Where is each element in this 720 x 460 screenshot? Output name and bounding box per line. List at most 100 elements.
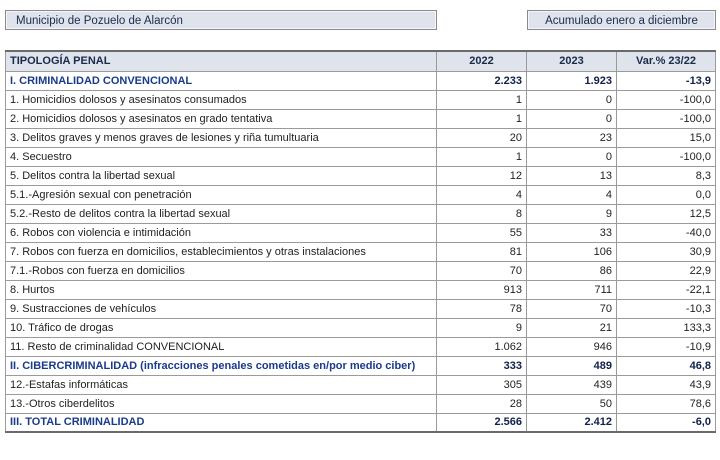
row-label-cell: 1. Homicidios dolosos y asesinatos consu… xyxy=(5,89,437,110)
variation-cell: 12,5 xyxy=(616,203,716,224)
variation-cell: -10,3 xyxy=(616,298,716,319)
table-row: 5. Delitos contra la libertad sexual 12 13… xyxy=(5,165,716,186)
value-2023-cell: 23 xyxy=(526,127,617,148)
row-label-cell: I. CRIMINALIDAD CONVENCIONAL xyxy=(5,70,437,91)
value-2022-cell: 305 xyxy=(436,374,527,395)
value-2023-cell: 13 xyxy=(526,165,617,186)
value-2023-cell: 439 xyxy=(526,374,617,395)
table-row: 7.1.-Robos con fuerza en domicilios 70 86 2… xyxy=(5,260,716,281)
table-row: 6. Robos con violencia e intimidación 55 3… xyxy=(5,222,716,243)
variation-cell: -6,0 xyxy=(616,412,716,433)
table-row: 12.-Estafas informáticas 305 439 43,9 xyxy=(5,374,716,395)
value-2022-cell: 333 xyxy=(436,355,527,376)
table-row: 8. Hurtos 913 711 -22,1 xyxy=(5,279,716,300)
variation-cell: 43,9 xyxy=(616,374,716,395)
value-2023-cell: 21 xyxy=(526,317,617,338)
table-row: III. TOTAL CRIMINALIDAD 2.566 2.412 -6,0 xyxy=(5,412,716,433)
value-2023-cell: 106 xyxy=(526,241,617,262)
row-label-cell: 5.1.-Agresión sexual con penetración xyxy=(5,184,437,205)
value-2023-cell: 0 xyxy=(526,89,617,110)
value-2022-cell: 2.233 xyxy=(436,70,527,91)
column-header-2022: 2022 xyxy=(436,50,527,72)
row-label-cell: 7.1.-Robos con fuerza en domicilios xyxy=(5,260,437,281)
row-label-cell: 4. Secuestro xyxy=(5,146,437,167)
value-2022-cell: 4 xyxy=(436,184,527,205)
value-2022-cell: 70 xyxy=(436,260,527,281)
table-row: 11. Resto de criminalidad CONVENCIONAL 1.… xyxy=(5,336,716,357)
variation-cell: -100,0 xyxy=(616,89,716,110)
table-row: 13.-Otros ciberdelitos 28 50 78,6 xyxy=(5,393,716,414)
row-label-cell: 10. Tráfico de drogas xyxy=(5,317,437,338)
value-2023-cell: 489 xyxy=(526,355,617,376)
table-row: 3. Delitos graves y menos graves de lesi… xyxy=(5,127,716,148)
variation-cell: -40,0 xyxy=(616,222,716,243)
table-row: 7. Robos con fuerza en domicilios, estab… xyxy=(5,241,716,262)
variation-cell: 8,3 xyxy=(616,165,716,186)
row-label-cell: 2. Homicidios dolosos y asesinatos en gr… xyxy=(5,108,437,129)
row-label-cell: 9. Sustracciones de vehículos xyxy=(5,298,437,319)
value-2023-cell: 4 xyxy=(526,184,617,205)
value-2022-cell: 1 xyxy=(436,89,527,110)
value-2022-cell: 9 xyxy=(436,317,527,338)
variation-cell: 30,9 xyxy=(616,241,716,262)
row-label-cell: 5.2.-Resto de delitos contra la libertad… xyxy=(5,203,437,224)
value-2022-cell: 78 xyxy=(436,298,527,319)
row-label-cell: 3. Delitos graves y menos graves de lesi… xyxy=(5,127,437,148)
column-header-variation: Var.% 23/22 xyxy=(616,50,716,72)
variation-cell: -22,1 xyxy=(616,279,716,300)
variation-cell: 78,6 xyxy=(616,393,716,414)
table-row: 9. Sustracciones de vehículos 78 70 -10,3 xyxy=(5,298,716,319)
value-2023-cell: 0 xyxy=(526,108,617,129)
variation-cell: -100,0 xyxy=(616,146,716,167)
variation-cell: 133,3 xyxy=(616,317,716,338)
variation-cell: 0,0 xyxy=(616,184,716,205)
value-2022-cell: 1 xyxy=(436,146,527,167)
value-2022-cell: 12 xyxy=(436,165,527,186)
table-row: I. CRIMINALIDAD CONVENCIONAL 2.233 1.923 -1… xyxy=(5,70,716,91)
value-2022-cell: 8 xyxy=(436,203,527,224)
period-header: Acumulado enero a diciembre xyxy=(527,10,716,30)
value-2023-cell: 711 xyxy=(526,279,617,300)
variation-cell: -100,0 xyxy=(616,108,716,129)
row-label-cell: 5. Delitos contra la libertad sexual xyxy=(5,165,437,186)
table-body: I. CRIMINALIDAD CONVENCIONAL 2.233 1.923 -1… xyxy=(5,70,716,433)
row-label-cell: 6. Robos con violencia e intimidación xyxy=(5,222,437,243)
value-2022-cell: 2.566 xyxy=(436,412,527,433)
value-2023-cell: 86 xyxy=(526,260,617,281)
value-2022-cell: 1.062 xyxy=(436,336,527,357)
value-2023-cell: 1.923 xyxy=(526,70,617,91)
value-2023-cell: 50 xyxy=(526,393,617,414)
variation-cell: 22,9 xyxy=(616,260,716,281)
table-row: II. CIBERCRIMINALIDAD (infracciones pena… xyxy=(5,355,716,376)
column-header-tipologia: TIPOLOGÍA PENAL xyxy=(5,50,437,72)
value-2023-cell: 946 xyxy=(526,336,617,357)
table-row: 10. Tráfico de drogas 9 21 133,3 xyxy=(5,317,716,338)
value-2023-cell: 0 xyxy=(526,146,617,167)
row-label-cell: 8. Hurtos xyxy=(5,279,437,300)
municipality-header: Municipio de Pozuelo de Alarcón xyxy=(5,10,437,30)
table-row: 4. Secuestro 1 0 -100,0 xyxy=(5,146,716,167)
row-label-cell: 11. Resto de criminalidad CONVENCIONAL xyxy=(5,336,437,357)
row-label-cell: 13.-Otros ciberdelitos xyxy=(5,393,437,414)
variation-cell: 15,0 xyxy=(616,127,716,148)
value-2023-cell: 70 xyxy=(526,298,617,319)
row-label-cell: III. TOTAL CRIMINALIDAD xyxy=(5,412,437,433)
table-row: 2. Homicidios dolosos y asesinatos en gr… xyxy=(5,108,716,129)
table-header-row: TIPOLOGÍA PENAL 2022 2023 Var.% 23/22 xyxy=(5,50,716,72)
variation-cell: -13,9 xyxy=(616,70,716,91)
table-row: 5.1.-Agresión sexual con penetración 4 4 0,… xyxy=(5,184,716,205)
variation-cell: 46,8 xyxy=(616,355,716,376)
column-header-2023: 2023 xyxy=(526,50,617,72)
value-2022-cell: 28 xyxy=(436,393,527,414)
value-2023-cell: 2.412 xyxy=(526,412,617,433)
crime-statistics-table: TIPOLOGÍA PENAL 2022 2023 Var.% 23/22 I.… xyxy=(5,50,716,433)
value-2022-cell: 913 xyxy=(436,279,527,300)
variation-cell: -10,9 xyxy=(616,336,716,357)
row-label-cell: II. CIBERCRIMINALIDAD (infracciones pena… xyxy=(5,355,437,376)
value-2022-cell: 55 xyxy=(436,222,527,243)
value-2023-cell: 9 xyxy=(526,203,617,224)
table-row: 5.2.-Resto de delitos contra la libertad… xyxy=(5,203,716,224)
value-2022-cell: 81 xyxy=(436,241,527,262)
row-label-cell: 12.-Estafas informáticas xyxy=(5,374,437,395)
value-2023-cell: 33 xyxy=(526,222,617,243)
